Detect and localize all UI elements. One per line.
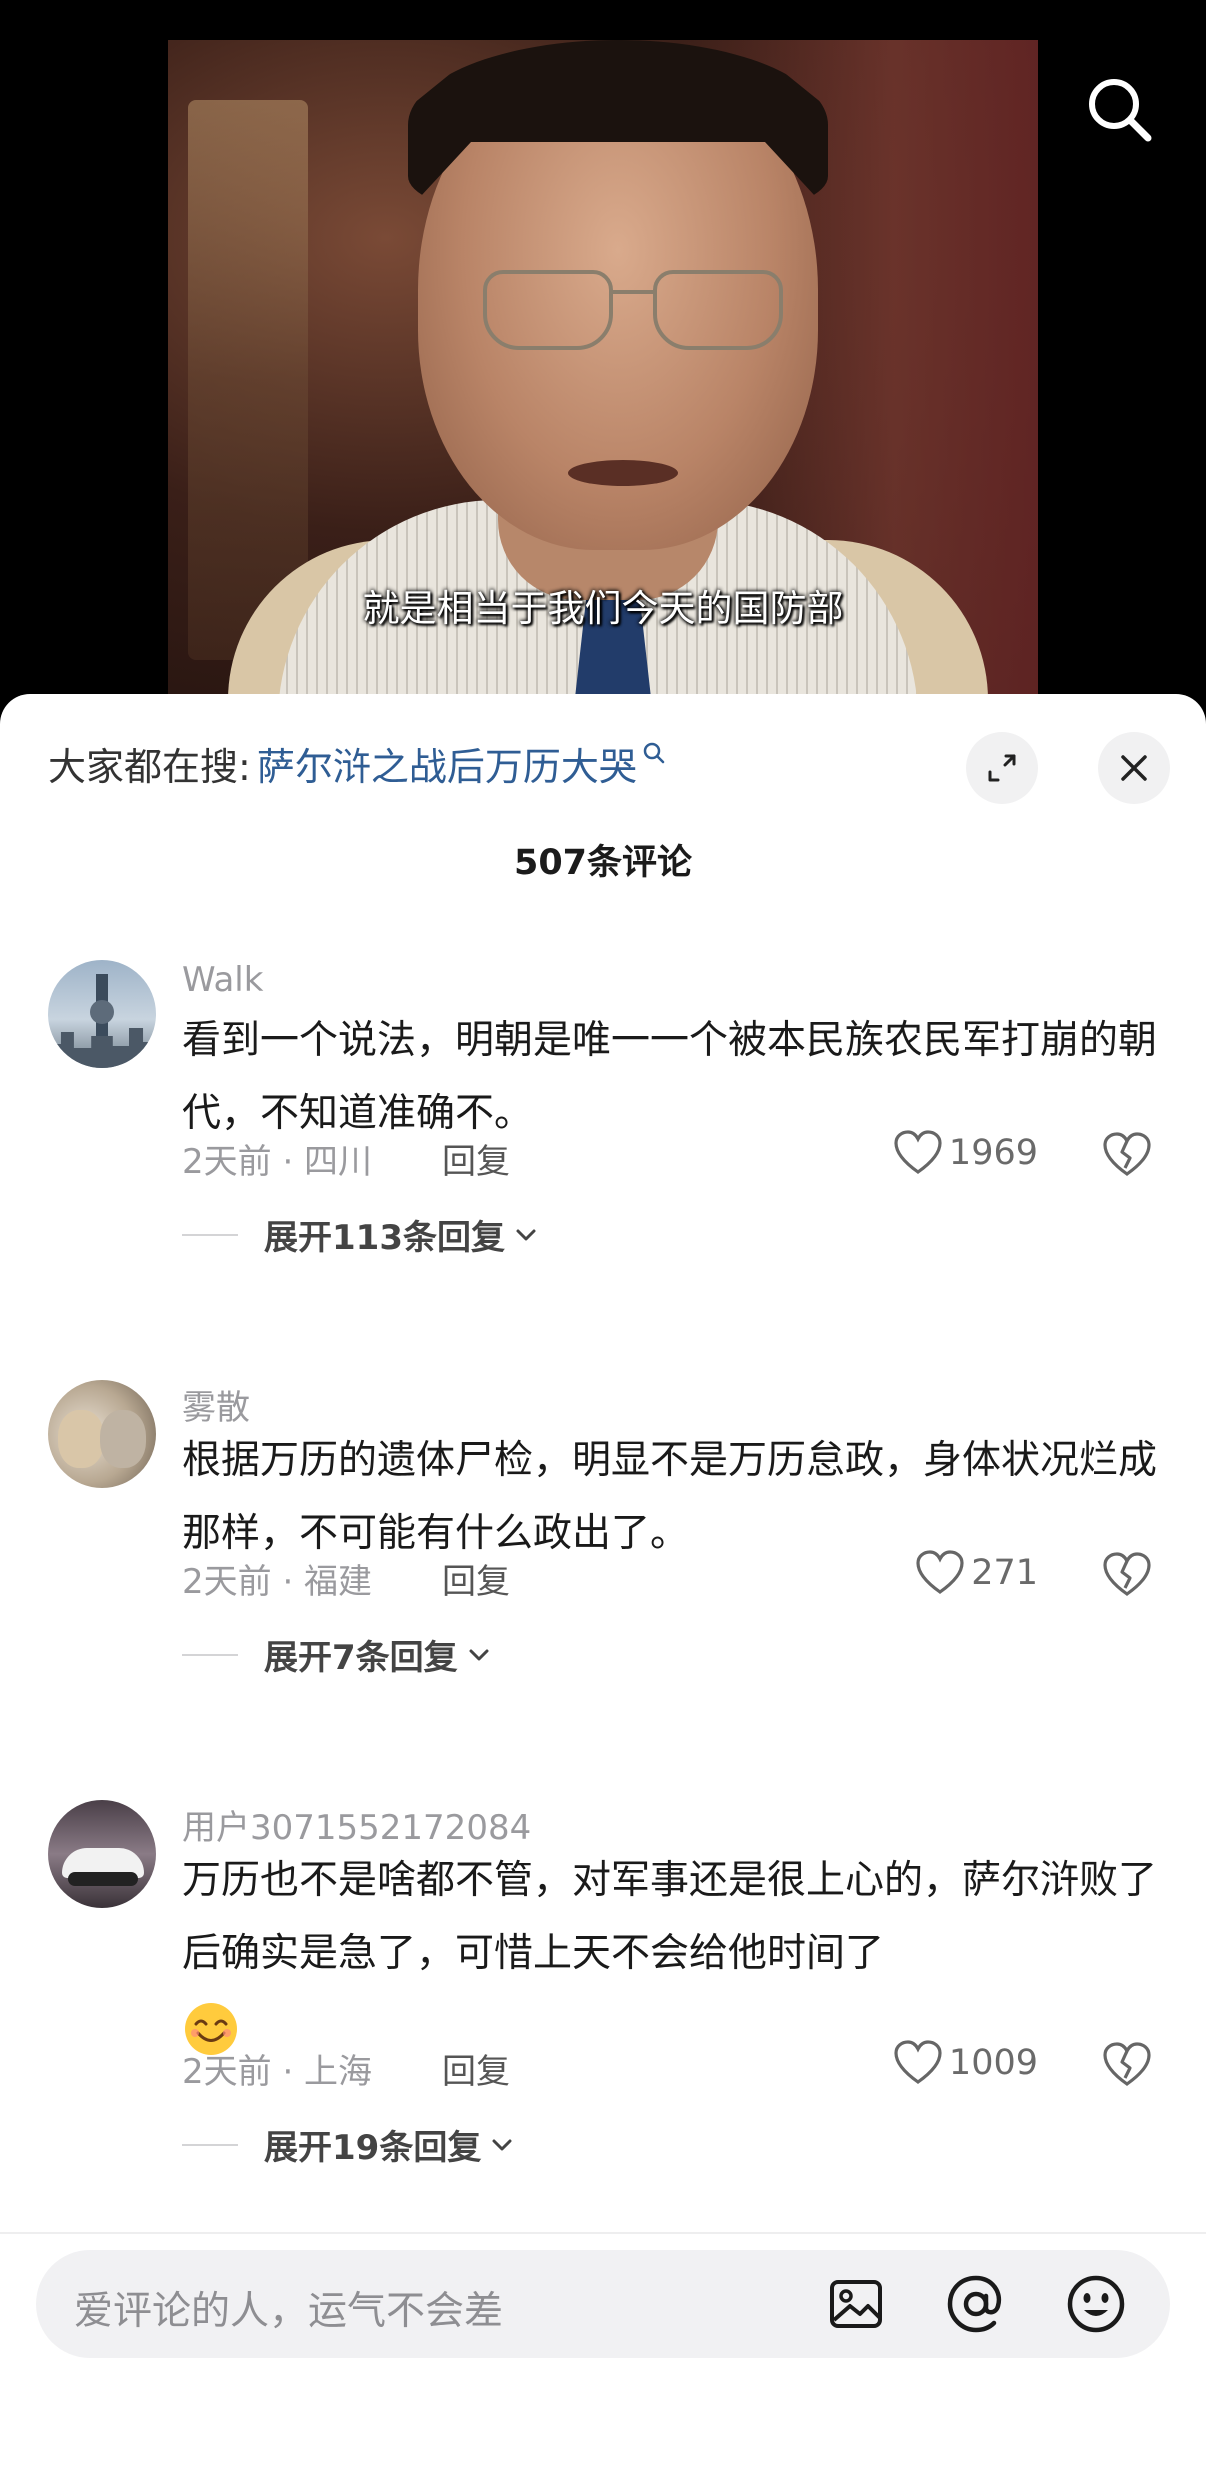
comment-text-body: 万历也不是啥都不管，对军事还是很上心的，萨尔浒败了后确实是急了，可惜上天不会给他… [182, 1858, 1158, 1976]
chevron-down-icon [492, 2139, 512, 2150]
emoji-icon[interactable] [1064, 2272, 1128, 2336]
avatar[interactable] [48, 1380, 156, 1488]
divider [0, 2232, 1206, 2234]
hot-search-bar[interactable]: 大家都在搜: 萨尔浒之战后万历大哭 [48, 736, 667, 791]
mouth [568, 460, 678, 486]
broken-heart-icon[interactable] [1100, 1128, 1154, 1182]
comment-username[interactable]: Walk [182, 960, 263, 1000]
chevron-down-icon [469, 1649, 489, 1660]
reply-button[interactable]: 回复 [442, 1554, 510, 1603]
divider [182, 2143, 238, 2146]
like-button[interactable]: 271 [915, 1550, 1038, 1596]
avatar[interactable] [48, 1800, 156, 1908]
glasses-lens [653, 270, 783, 350]
hot-search-link[interactable]: 萨尔浒之战后万历大哭 [257, 736, 637, 791]
glasses-lens [483, 270, 613, 350]
comment-item: 用户3071552172084 万历也不是啥都不管，对军事还是很上心的，萨尔浒败… [0, 1800, 1206, 2200]
expand-replies-label: 展开19条回复 [264, 2128, 482, 2168]
reply-button[interactable]: 回复 [442, 1134, 510, 1183]
comment-text: 万历也不是啥都不管，对军事还是很上心的，萨尔浒败了后确实是急了，可惜上天不会给他… [182, 1844, 1162, 2063]
like-count: 1009 [948, 2043, 1038, 2083]
expand-replies-label: 展开113条回复 [264, 1218, 505, 1258]
avatar[interactable] [48, 960, 156, 1068]
at-icon[interactable] [944, 2272, 1008, 2336]
like-count: 1969 [948, 1133, 1038, 1173]
divider [182, 1653, 238, 1656]
comment-meta: 2天前 · 四川 [182, 1142, 373, 1182]
expand-replies-label: 展开7条回复 [264, 1638, 458, 1678]
hot-search-prefix: 大家都在搜: [48, 744, 251, 789]
like-button[interactable]: 1009 [893, 2040, 1038, 2086]
search-icon[interactable] [1082, 72, 1158, 148]
heart-icon [894, 1130, 942, 1174]
comment-username[interactable]: 用户3071552172084 [182, 1800, 531, 1849]
video-subtitle: 就是相当于我们今天的国防部 [362, 587, 844, 630]
avatar-tower-ball [90, 1000, 114, 1024]
comment-meta: 2天前 · 上海 [182, 2052, 373, 2092]
expand-button[interactable] [966, 732, 1038, 804]
avatar-cat [58, 1410, 104, 1468]
expand-icon [988, 754, 1016, 782]
comment-username[interactable]: 雾散 [182, 1380, 250, 1429]
search-icon [643, 742, 665, 764]
comment-sheet: 大家都在搜: 萨尔浒之战后万历大哭 507条评论 Walk 看到一个说法，明朝是… [0, 694, 1206, 2477]
comment-item: 雾散 根据万历的遗体尸检，明显不是万历怠政，身体状况烂成那样，不可能有什么政出了… [0, 1380, 1206, 1680]
broken-heart-icon[interactable] [1100, 1548, 1154, 1602]
like-count: 271 [971, 1553, 1038, 1593]
image-icon[interactable] [824, 2272, 888, 2336]
avatar-cat [100, 1410, 146, 1468]
comment-input-placeholder: 爱评论的人，运气不会差 [74, 2289, 504, 2334]
comment-text: 看到一个说法，明朝是唯一一个被本民族农民军打崩的朝代，不知道准确不。 [182, 1018, 1158, 1136]
like-button[interactable]: 1969 [893, 1130, 1038, 1176]
comment-text: 根据万历的遗体尸检，明显不是万历怠政，身体状况烂成那样，不可能有什么政出了。 [182, 1438, 1158, 1556]
close-button[interactable] [1098, 732, 1170, 804]
expand-replies[interactable]: 展开19条回复 [182, 2120, 515, 2169]
expand-replies[interactable]: 展开7条回复 [182, 1630, 492, 1679]
broken-heart-icon[interactable] [1100, 2038, 1154, 2092]
heart-icon [894, 2040, 942, 2084]
heart-icon [916, 1550, 964, 1594]
divider [182, 1233, 238, 1236]
reply-button[interactable]: 回复 [442, 2044, 510, 2093]
comment-item: Walk 看到一个说法，明朝是唯一一个被本民族农民军打崩的朝代，不知道准确不。 … [0, 960, 1206, 1260]
comment-count: 507条评论 [513, 843, 693, 883]
video-player[interactable]: 就是相当于我们今天的国防部 [0, 0, 1206, 720]
comment-input[interactable]: 爱评论的人，运气不会差 [36, 2250, 1170, 2358]
comment-meta: 2天前 · 福建 [182, 1562, 373, 1602]
expand-replies[interactable]: 展开113条回复 [182, 1210, 539, 1259]
glasses-bridge [613, 290, 653, 294]
chevron-down-icon [516, 1229, 536, 1240]
avatar-car [62, 1848, 144, 1886]
close-icon [1121, 755, 1147, 781]
